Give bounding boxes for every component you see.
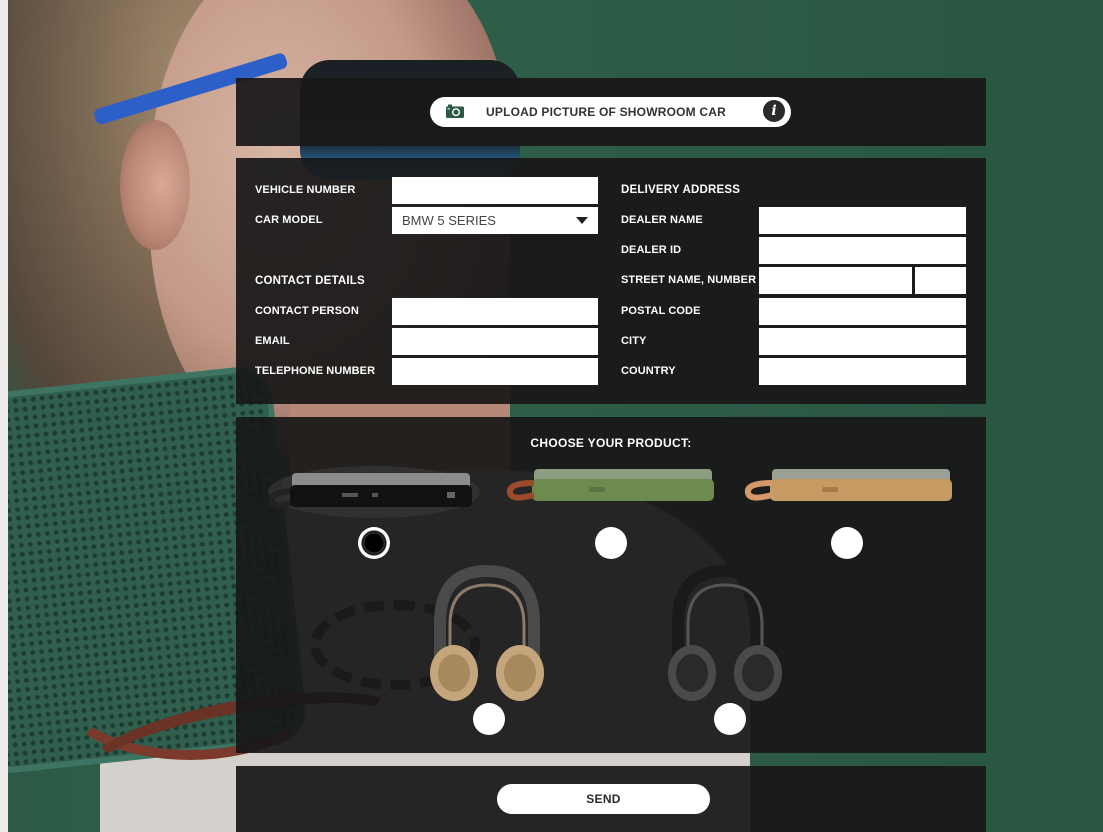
vehicle-number-field[interactable] (392, 177, 598, 204)
product-radio-speaker-green[interactable] (595, 527, 627, 559)
street-name-field[interactable] (759, 267, 912, 294)
email-label: EMAIL (255, 335, 290, 347)
contact-person-field[interactable] (392, 298, 598, 325)
car-model-value: BMW 5 SERIES (402, 213, 496, 228)
postal-code-label: POSTAL CODE (621, 305, 701, 317)
postal-code-field[interactable] (759, 298, 966, 325)
delivery-address-title: DELIVERY ADDRESS (621, 184, 741, 196)
street-label: STREET NAME, NUMBER (621, 274, 757, 286)
upload-panel: UPLOAD PICTURE OF SHOWROOM CAR i (236, 78, 986, 146)
dealer-name-field[interactable] (759, 207, 966, 234)
ear-shape (120, 120, 190, 250)
city-field[interactable] (759, 328, 966, 355)
dealer-id-field[interactable] (759, 237, 966, 264)
contact-person-label: CONTACT PERSON (255, 305, 359, 317)
product-speaker-black-image[interactable] (262, 463, 480, 521)
vehicle-number-label: VEHICLE NUMBER (255, 184, 356, 196)
product-radio-headphones-natural[interactable] (473, 703, 505, 735)
camera-icon (446, 104, 464, 118)
product-speaker-natural-image[interactable] (742, 465, 956, 513)
products-panel: CHOOSE YOUR PRODUCT: (236, 417, 986, 753)
info-icon[interactable]: i (763, 100, 785, 122)
product-headphones-natural-image[interactable] (422, 563, 552, 703)
product-radio-speaker-natural[interactable] (831, 527, 863, 559)
product-headphones-black-image[interactable] (660, 563, 790, 703)
send-button[interactable]: SEND (497, 784, 710, 814)
telephone-field[interactable] (392, 358, 598, 385)
street-number-field[interactable] (915, 267, 966, 294)
left-edge (0, 0, 8, 832)
chevron-down-icon (576, 217, 588, 224)
car-model-label: CAR MODEL (255, 214, 323, 226)
telephone-label: TELEPHONE NUMBER (255, 365, 376, 377)
product-radio-headphones-black[interactable] (714, 703, 746, 735)
email-field[interactable] (392, 328, 598, 355)
product-speaker-green-image[interactable] (504, 465, 718, 513)
choose-product-title: CHOOSE YOUR PRODUCT: (530, 436, 692, 450)
contact-details-title: CONTACT DETAILS (255, 275, 365, 287)
product-radio-speaker-black[interactable] (358, 527, 390, 559)
country-field[interactable] (759, 358, 966, 385)
car-model-select[interactable]: BMW 5 SERIES (392, 207, 598, 234)
upload-picture-button[interactable]: UPLOAD PICTURE OF SHOWROOM CAR i (430, 97, 791, 127)
dealer-name-label: DEALER NAME (621, 214, 703, 226)
send-panel: SEND (236, 766, 986, 832)
upload-label: UPLOAD PICTURE OF SHOWROOM CAR (486, 105, 726, 119)
dealer-id-label: DEALER ID (621, 244, 682, 256)
city-label: CITY (621, 335, 647, 347)
details-form-panel: VEHICLE NUMBER CAR MODEL BMW 5 SERIES CO… (236, 158, 986, 404)
country-label: COUNTRY (621, 365, 676, 377)
